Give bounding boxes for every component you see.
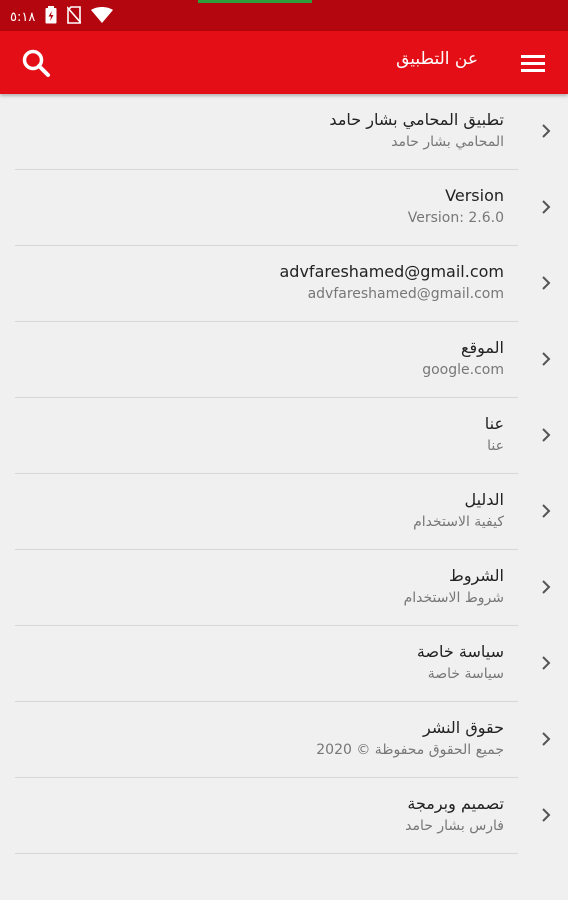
list-item-title: عنا [484, 414, 504, 433]
list-item-title: حقوق النشر [423, 718, 504, 737]
chevron-right-icon [542, 808, 551, 822]
list-item-title: الموقع [461, 338, 504, 357]
list-item-subtitle: كيفية الاستخدام [413, 514, 504, 530]
list-item-title: الدليل [464, 490, 504, 509]
list-item[interactable]: الدليل كيفية الاستخدام [0, 474, 568, 550]
no-sim-icon [66, 6, 82, 28]
list-item-subtitle: المحامي بشار حامد [391, 134, 504, 150]
search-button[interactable] [20, 47, 52, 79]
chevron-right-icon [542, 276, 551, 290]
list-item-title: تطبيق المحامي بشار حامد [329, 110, 504, 129]
list-item[interactable]: advfareshamed@gmail.com advfareshamed@gm… [0, 246, 568, 322]
list-item[interactable]: عنا عنا [0, 398, 568, 474]
list-item-subtitle: advfareshamed@gmail.com [307, 286, 504, 302]
list-item-subtitle: عنا [487, 438, 504, 454]
list-item[interactable]: حقوق النشر جميع الحقوق محفوظة © 2020 [0, 702, 568, 778]
chevron-right-icon [542, 656, 551, 670]
chevron-right-icon [542, 352, 551, 366]
list-item[interactable]: الشروط شروط الاستخدام [0, 550, 568, 626]
about-list: تطبيق المحامي بشار حامد المحامي بشار حام… [0, 94, 568, 854]
list-item-title: الشروط [449, 566, 504, 585]
status-progress-indicator [198, 0, 312, 3]
list-item-subtitle: شروط الاستخدام [403, 590, 504, 606]
list-item-subtitle: سياسة خاصة [427, 666, 504, 682]
status-time: ٥:١٨ [10, 9, 36, 25]
menu-button[interactable] [520, 51, 546, 75]
list-item[interactable]: Version Version: 2.6.0 [0, 170, 568, 246]
battery-icon [45, 6, 57, 28]
list-item-title: advfareshamed@gmail.com [279, 262, 505, 281]
list-item-subtitle: جميع الحقوق محفوظة © 2020 [316, 742, 504, 758]
chevron-right-icon [542, 732, 551, 746]
chevron-right-icon [542, 580, 551, 594]
list-item-title: Version [445, 186, 504, 205]
list-item-title: سياسة خاصة [416, 642, 504, 661]
chevron-right-icon [542, 124, 551, 138]
status-icons: ٥:١٨ [10, 6, 114, 28]
divider [15, 853, 518, 854]
page-title: عن التطبيق [396, 49, 478, 69]
app-bar: عن التطبيق [0, 31, 568, 94]
chevron-right-icon [542, 428, 551, 442]
list-item-subtitle: google.com [422, 362, 504, 378]
list-item-subtitle: فارس بشار حامد [405, 818, 504, 834]
menu-icon [521, 55, 545, 72]
list-item[interactable]: تصميم وبرمجة فارس بشار حامد [0, 778, 568, 854]
search-icon [22, 49, 50, 77]
list-item[interactable]: الموقع google.com [0, 322, 568, 398]
chevron-right-icon [542, 504, 551, 518]
list-item-title: تصميم وبرمجة [407, 794, 504, 813]
list-item[interactable]: تطبيق المحامي بشار حامد المحامي بشار حام… [0, 94, 568, 170]
chevron-right-icon [542, 200, 551, 214]
list-item[interactable]: سياسة خاصة سياسة خاصة [0, 626, 568, 702]
status-bar: ٥:١٨ [0, 0, 568, 31]
list-item-subtitle: Version: 2.6.0 [407, 210, 504, 226]
wifi-icon [91, 7, 114, 27]
